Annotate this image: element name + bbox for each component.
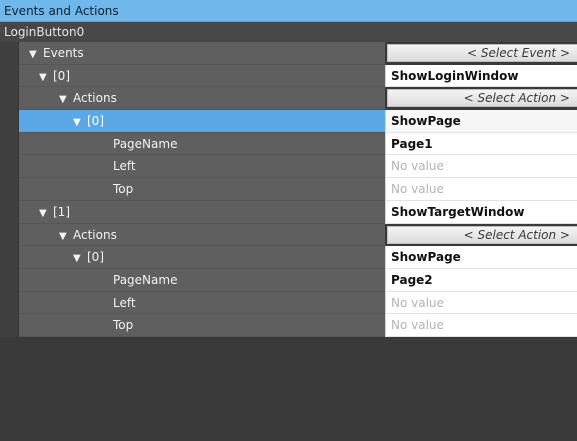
row-gutter xyxy=(0,291,19,315)
tree-row-action-0: ▼ [0] ShowPage xyxy=(0,110,577,133)
triangle-down-icon[interactable]: ▼ xyxy=(59,89,73,109)
pagename-field[interactable]: Page1 xyxy=(385,132,577,156)
node-label: [0] xyxy=(87,114,104,129)
property-value: Page1 xyxy=(391,136,433,151)
action-name: ShowPage xyxy=(391,114,461,129)
panel-title: Events and Actions xyxy=(0,0,577,22)
property-label: Left xyxy=(19,291,385,315)
action-0-value[interactable]: ShowPage xyxy=(385,110,577,133)
tree-row-action-1-0: ▼ [0] ShowPage xyxy=(0,246,577,269)
property-label: Top xyxy=(19,178,385,201)
property-label: PageName xyxy=(19,268,385,292)
node-label: Actions xyxy=(73,91,117,106)
row-gutter xyxy=(0,132,19,156)
left-field[interactable]: No value xyxy=(385,155,577,179)
tree-row-left: Left No value xyxy=(0,155,577,179)
tree-row-actions-1: ▼ Actions < Select Action > xyxy=(0,223,577,247)
event-1-value[interactable]: ShowTargetWindow xyxy=(385,200,577,224)
tree-row-top: Top No value xyxy=(0,178,577,201)
property-value: No value xyxy=(391,295,444,310)
triangle-down-icon[interactable]: ▼ xyxy=(39,203,53,223)
row-gutter xyxy=(0,155,19,179)
action-0-value[interactable]: ShowPage xyxy=(385,246,577,269)
property-label: PageName xyxy=(19,132,385,156)
tree-row-events: ▼ Events < Select Event > xyxy=(0,42,577,65)
action-0-node[interactable]: ▼ [0] xyxy=(19,246,385,269)
triangle-down-icon[interactable]: ▼ xyxy=(29,44,43,64)
select-event-button[interactable]: < Select Event > xyxy=(387,44,577,62)
row-gutter xyxy=(0,314,19,337)
property-label: Top xyxy=(19,314,385,337)
action-name: ShowPage xyxy=(391,250,461,265)
tree-row-pagename: PageName Page1 xyxy=(0,132,577,156)
tree-row-pagename-2: PageName Page2 xyxy=(0,268,577,292)
triangle-down-icon[interactable]: ▼ xyxy=(39,67,53,87)
property-label: Left xyxy=(19,155,385,179)
row-gutter xyxy=(0,223,19,247)
object-name: LoginButton0 xyxy=(0,22,577,42)
select-action-button[interactable]: < Select Action > xyxy=(387,225,577,244)
property-value: Page2 xyxy=(391,272,433,287)
tree-row-event-0: ▼ [0] ShowLoginWindow xyxy=(0,64,577,88)
select-action-button[interactable]: < Select Action > xyxy=(387,89,577,108)
node-label: Events xyxy=(43,46,84,60)
triangle-down-icon[interactable]: ▼ xyxy=(73,112,87,132)
row-gutter xyxy=(0,268,19,292)
row-gutter xyxy=(0,246,19,269)
tree-row-event-1: ▼ [1] ShowTargetWindow xyxy=(0,200,577,224)
triangle-down-icon[interactable]: ▼ xyxy=(59,226,73,246)
property-tree: ▼ Events < Select Event > ▼ [0] ShowLoginW… xyxy=(0,42,577,337)
event-0-value[interactable]: ShowLoginWindow xyxy=(385,64,577,88)
event-name: ShowLoginWindow xyxy=(391,68,519,83)
node-label: [0] xyxy=(87,250,104,265)
node-label: [1] xyxy=(53,204,70,219)
left-field[interactable]: No value xyxy=(385,291,577,315)
actions-node[interactable]: ▼ Actions xyxy=(19,223,385,247)
event-1-node[interactable]: ▼ [1] xyxy=(19,200,385,224)
tree-row-top-2: Top No value xyxy=(0,314,577,337)
tree-row-left-2: Left No value xyxy=(0,291,577,315)
row-gutter xyxy=(0,110,19,133)
top-field[interactable]: No value xyxy=(385,314,577,337)
pagename-field[interactable]: Page2 xyxy=(385,268,577,292)
tree-row-actions-0: ▼ Actions < Select Action > xyxy=(0,87,577,111)
row-gutter xyxy=(0,87,19,111)
node-label: Actions xyxy=(73,227,117,242)
row-gutter xyxy=(0,42,19,65)
event-0-node[interactable]: ▼ [0] xyxy=(19,64,385,88)
row-gutter xyxy=(0,200,19,224)
events-node[interactable]: ▼ Events xyxy=(19,42,385,65)
property-value: No value xyxy=(391,318,444,333)
property-value: No value xyxy=(391,182,444,197)
triangle-down-icon[interactable]: ▼ xyxy=(73,248,87,268)
row-gutter xyxy=(0,64,19,88)
event-name: ShowTargetWindow xyxy=(391,204,525,219)
action-0-node[interactable]: ▼ [0] xyxy=(19,110,385,133)
row-gutter xyxy=(0,178,19,201)
node-label: [0] xyxy=(53,68,70,83)
property-value: No value xyxy=(391,159,444,174)
top-field[interactable]: No value xyxy=(385,178,577,201)
events-actions-panel: Events and Actions LoginButton0 ▼ Events … xyxy=(0,0,577,441)
actions-node[interactable]: ▼ Actions xyxy=(19,87,385,111)
